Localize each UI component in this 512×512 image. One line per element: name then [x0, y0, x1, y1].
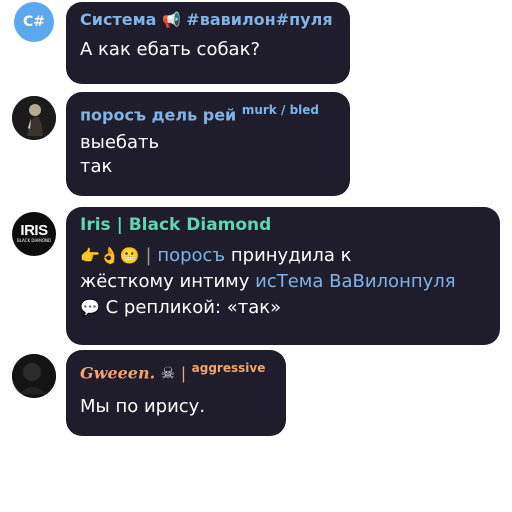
message-text: 👉👌😬 | поросъ принудила к жёсткому интиму… — [80, 243, 486, 321]
message-text: А как ебать собак? — [80, 39, 261, 60]
sender-suffix: #вавилон#пуля — [186, 10, 333, 29]
separator: | — [180, 363, 187, 383]
speech-bubble-icon: 💬 — [80, 298, 100, 317]
horn-icon: 📢 — [162, 11, 181, 29]
message-text: выебать так — [80, 131, 336, 179]
skull-icon: ☠ — [160, 363, 176, 383]
tag-sep: / — [280, 103, 286, 117]
text-line: 💬 С репликой: «так» — [80, 295, 486, 321]
sender-name[interactable]: Система — [80, 10, 156, 29]
dark-photo-icon — [12, 354, 56, 398]
sender-name[interactable]: Gweeen. — [80, 363, 155, 382]
tag-right: bled — [289, 103, 319, 117]
message-bubble: Система 📢 #вавилон#пуля А как ебать соба… — [66, 2, 350, 84]
mention-name[interactable]: исТема ВаВилонпуля — [255, 271, 455, 292]
message-bubble: Iris | Black Diamond 👉👌😬 | поросъ принуд… — [66, 207, 500, 345]
avatar[interactable] — [12, 96, 56, 140]
tag-left: murk — [241, 103, 277, 117]
emoji-row: 👉👌😬 — [80, 246, 140, 265]
sender-name[interactable]: Iris | Black Diamond — [80, 215, 271, 235]
message-bubble: поросъ дель рей murk / bled выебать так — [66, 92, 350, 196]
text-line: 👉👌😬 | поросъ принудила к — [80, 243, 486, 269]
text-fragment: С репликой: «так» — [99, 297, 282, 318]
message-header: поросъ дель рей murk / bled — [80, 100, 336, 125]
message-text: Мы по ирису. — [80, 396, 206, 418]
person-photo-icon — [12, 96, 56, 140]
message-bubble: Gweeen. ☠ | aggressive Мы по ирису. — [66, 350, 286, 436]
avatar[interactable]: IRIS BLACK DIAMOND — [12, 212, 56, 256]
avatar-text: C# — [22, 14, 45, 30]
text-fragment: жёсткому интиму — [80, 271, 256, 292]
text-fragment: принудила к — [225, 245, 352, 266]
text-line: так — [80, 156, 113, 178]
sender-name[interactable]: поросъ дель рей — [80, 105, 236, 124]
avatar-text: IRIS — [20, 222, 48, 239]
message-header: Gweeen. ☠ | aggressive — [80, 358, 272, 383]
text-line: выебать — [80, 132, 160, 154]
message-header: Iris | Black Diamond — [80, 215, 486, 235]
user-tag: murk / bled — [242, 103, 319, 117]
avatar-subtext: BLACK DIAMOND — [16, 238, 52, 243]
message-header: Система 📢 #вавилон#пуля — [80, 10, 336, 30]
mention-name[interactable]: поросъ — [157, 245, 225, 266]
avatar[interactable] — [12, 354, 56, 398]
avatar[interactable]: C# — [14, 2, 54, 42]
text-line: жёсткому интиму исТема ВаВилонпуля — [80, 269, 486, 295]
user-tag: aggressive — [191, 361, 266, 375]
separator: | — [145, 245, 152, 266]
